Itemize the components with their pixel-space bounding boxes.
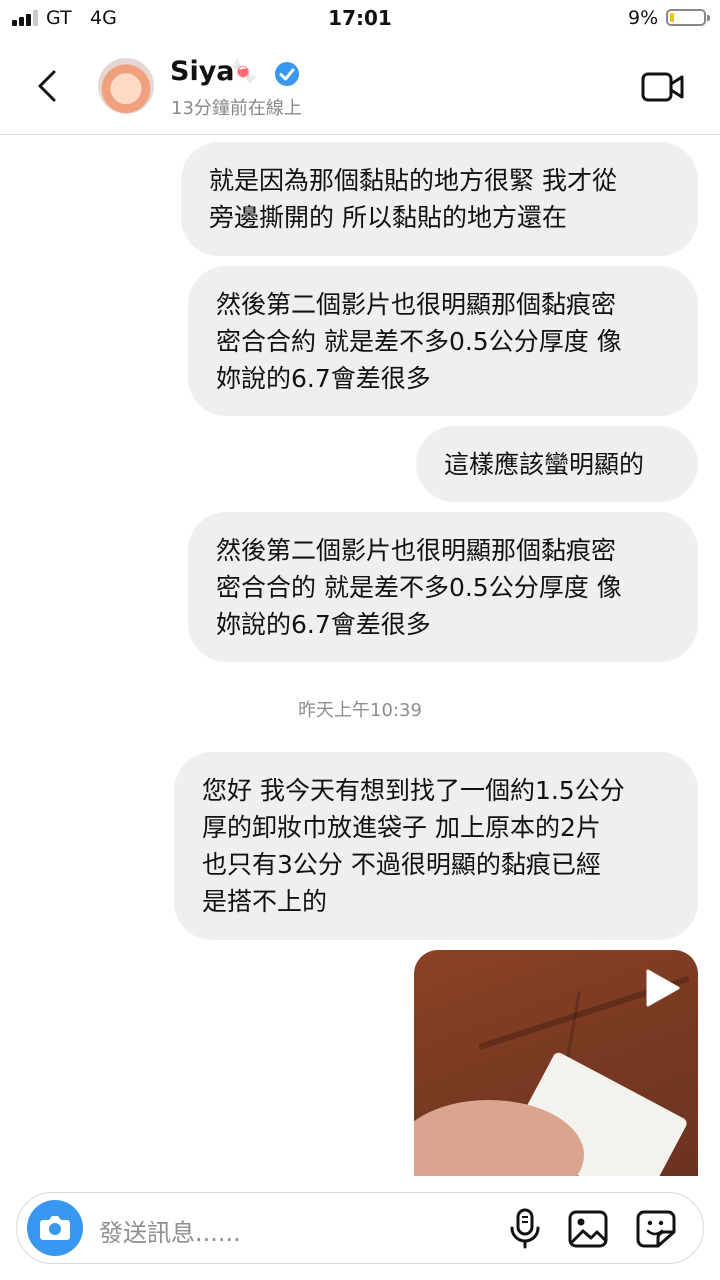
- back-icon[interactable]: [34, 68, 64, 104]
- status-time: 17:01: [328, 6, 392, 30]
- battery-icon: [666, 9, 710, 26]
- video-message-thumbnail[interactable]: [414, 950, 698, 1176]
- message-composer: 發送訊息......: [16, 1192, 704, 1264]
- chat-header: Siya 🍬 13分鐘前在線上: [0, 38, 720, 135]
- sticker-icon[interactable]: [635, 1209, 677, 1249]
- last-seen-status: 13分鐘前在線上: [171, 98, 302, 119]
- message-input[interactable]: 發送訊息......: [99, 1213, 241, 1248]
- gallery-icon[interactable]: [567, 1209, 609, 1249]
- battery-percent: 9%: [628, 7, 659, 29]
- message-bubble[interactable]: 然後第二個影片也很明顯那個黏痕密 密合合的 就是差不多0.5公分厚度 像 妳說的…: [188, 512, 698, 662]
- microphone-icon[interactable]: [505, 1207, 545, 1249]
- candy-emoji: 🍬: [230, 60, 258, 85]
- message-bubble[interactable]: 您好 我今天有想到找了一個約1.5公分 厚的卸妝巾放進袋子 加上原本的2片 也只…: [174, 752, 698, 940]
- video-call-icon[interactable]: [640, 70, 686, 104]
- message-bubble[interactable]: 就是因為那個黏貼的地方很緊 我才從 旁邊撕開的 所以黏貼的地方還在: [181, 142, 698, 256]
- avatar[interactable]: [98, 58, 154, 114]
- message-bubble[interactable]: 然後第二個影片也很明顯那個黏痕密 密合合約 就是差不多0.5公分厚度 像 妳說的…: [188, 266, 698, 416]
- message-timestamp: 昨天上午10:39: [298, 700, 422, 721]
- camera-button[interactable]: [27, 1200, 83, 1256]
- status-bar: GT 4G 17:01 9%: [0, 0, 720, 38]
- verified-badge-icon: [275, 62, 299, 86]
- message-bubble[interactable]: 這樣應該蠻明顯的: [416, 426, 698, 502]
- play-icon[interactable]: [640, 966, 684, 1010]
- camera-icon: [40, 1216, 70, 1240]
- contact-name[interactable]: Siya: [170, 56, 235, 87]
